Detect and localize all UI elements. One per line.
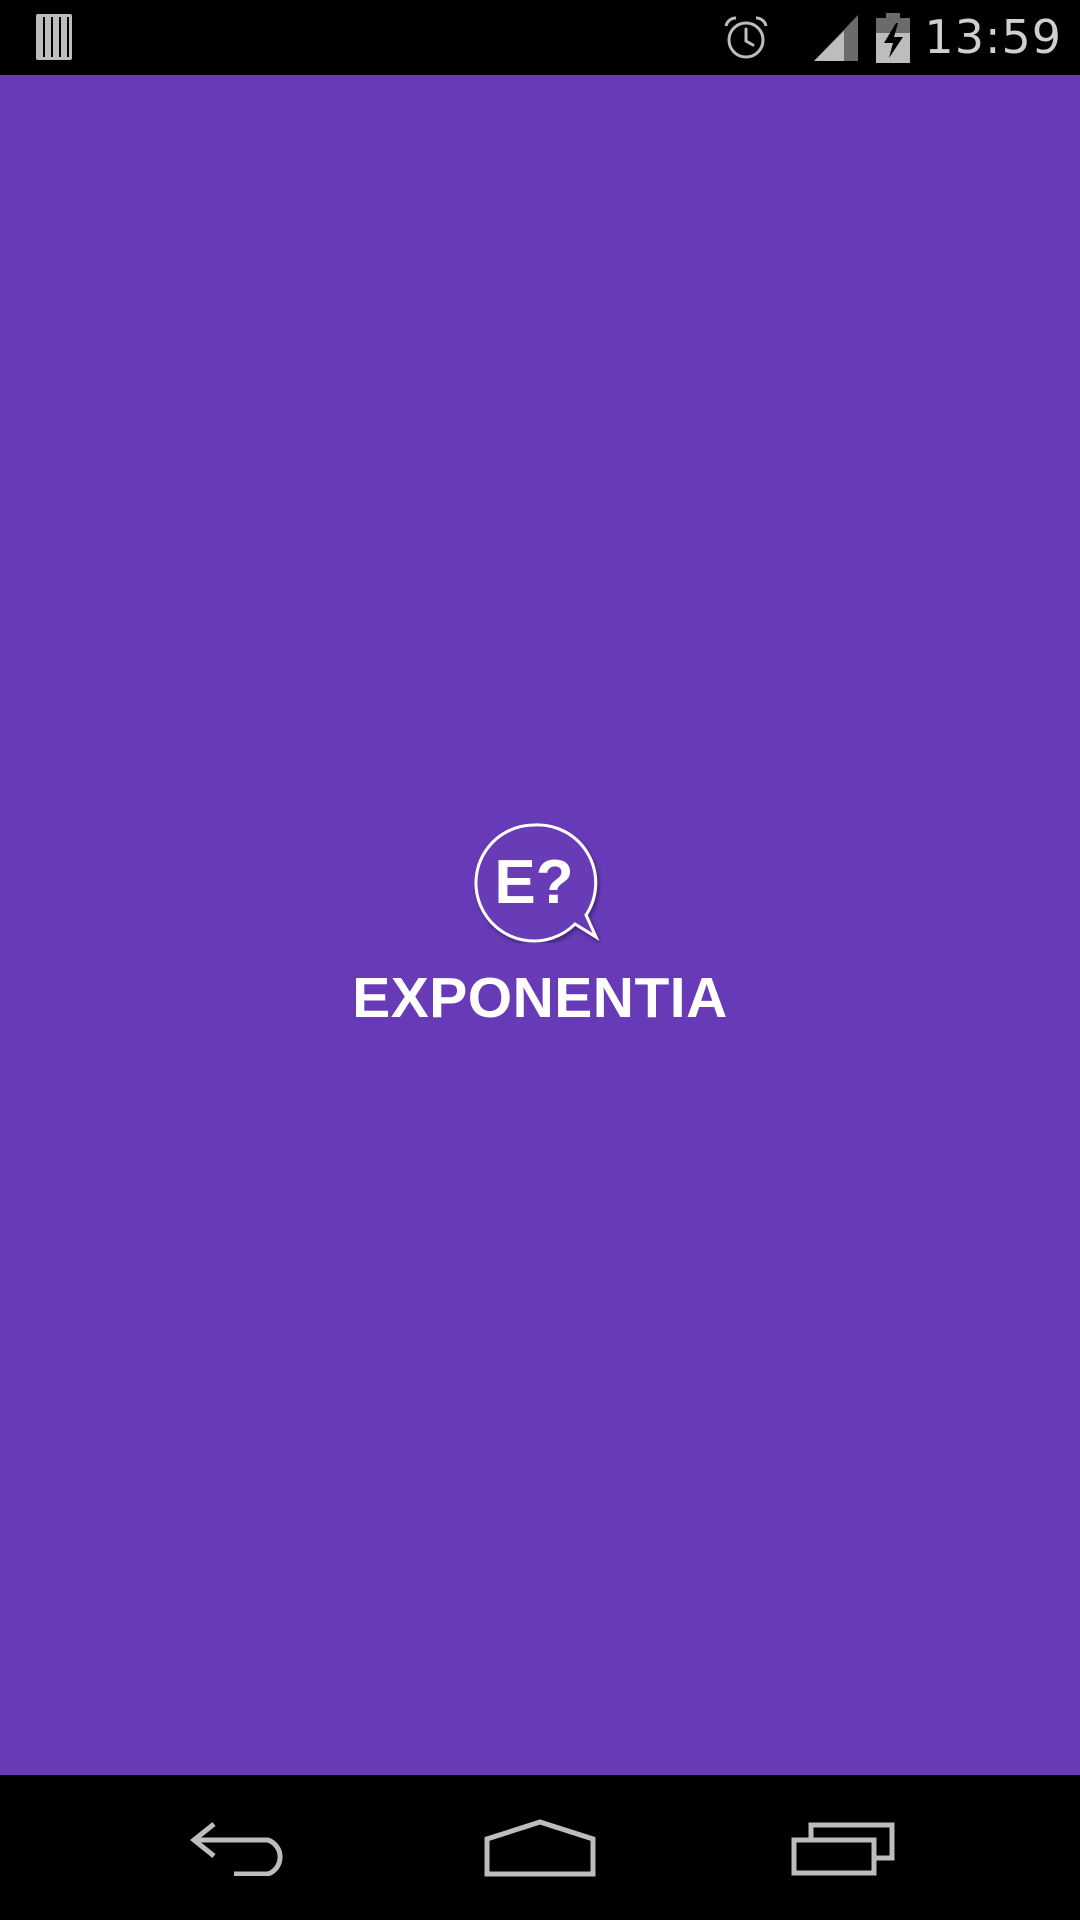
signal-icon <box>814 14 859 61</box>
battery-charging-icon <box>876 12 911 63</box>
back-icon <box>189 1821 283 1876</box>
navigation-bar <box>0 1775 1080 1920</box>
logo-text: E? <box>494 848 573 917</box>
back-button[interactable] <box>140 1775 340 1920</box>
home-icon <box>484 1818 596 1876</box>
recents-icon <box>791 1822 895 1875</box>
splash-screen: E? EXPONENTIA <box>0 75 1080 1775</box>
status-bar: 13:59 <box>0 0 1080 75</box>
status-icons: 13:59 <box>722 0 1062 75</box>
notification-stack-icon <box>36 14 72 60</box>
status-time: 13:59 <box>924 10 1062 64</box>
app-name: EXPONENTIA <box>352 966 728 1030</box>
home-button[interactable] <box>440 1775 640 1920</box>
alarm-icon <box>724 16 768 58</box>
screen: 13:59 E? EXPONENTIA <box>0 0 1080 1920</box>
recents-button[interactable] <box>743 1775 943 1920</box>
speech-bubble-logo-icon: E? <box>474 823 600 943</box>
